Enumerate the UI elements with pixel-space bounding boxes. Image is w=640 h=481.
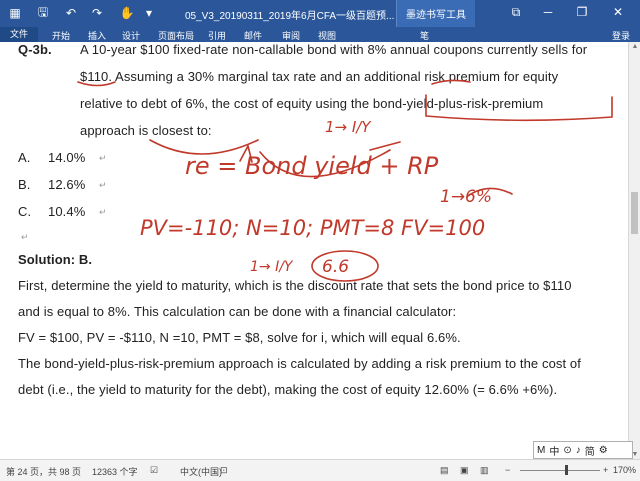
ink-underline-closest xyxy=(149,139,259,155)
solution-line-4: The bond-yield-plus-risk-premium approac… xyxy=(18,356,581,371)
question-line-3: relative to debt of 6%, the cost of equi… xyxy=(80,96,544,111)
ime-simplified-toggle[interactable]: 简 xyxy=(585,443,595,458)
option-text: 10.4% xyxy=(48,204,86,219)
language-indicator[interactable]: 中文(中国) xyxy=(180,465,222,478)
ink-bracket xyxy=(239,143,253,163)
solution-line-2: and is equal to 8%. This calculation can… xyxy=(18,304,457,319)
ime-voice-icon[interactable]: ♪ xyxy=(576,445,581,456)
paragraph-mark: ↵ xyxy=(99,207,107,217)
proofing-icon[interactable]: ☑ xyxy=(150,465,158,476)
question-line-2: $110. Assuming a 30% marginal tax rate a… xyxy=(80,69,559,84)
tab-references[interactable]: 引用 xyxy=(208,29,226,42)
ink-note-iy-2: 1→ I/Y xyxy=(250,259,294,275)
close-button[interactable]: ✕ xyxy=(608,5,628,21)
ink-equation-calculator-inputs: PV=-110; N=10; PMT=8 FV=100 xyxy=(140,216,485,240)
tab-mailings[interactable]: 邮件 xyxy=(244,29,262,42)
zoom-in-icon[interactable]: + xyxy=(603,465,608,475)
paragraph-mark: ↵ xyxy=(99,180,107,190)
document-title: 05_V3_20190311_2019年6月CFA一级百题预... xyxy=(185,11,395,22)
zoom-slider-track[interactable] xyxy=(520,470,600,471)
tab-insert[interactable]: 插入 xyxy=(88,29,106,42)
ink-circle-result xyxy=(311,250,379,282)
read-mode-icon[interactable]: ▤ xyxy=(440,465,449,476)
tab-design[interactable]: 设计 xyxy=(122,29,140,42)
ink-tools-context-tab[interactable]: 墨迹书写工具 xyxy=(396,0,475,27)
macro-record-icon[interactable]: ⊡ xyxy=(220,465,228,476)
ime-settings-icon[interactable]: ⚙ xyxy=(599,445,608,456)
document-page[interactable]: Q-3b. A 10-year $100 fixed-rate non-call… xyxy=(0,42,628,459)
page-counter[interactable]: 第 24 页，共 98 页 xyxy=(6,465,81,478)
title-bar: ▦ 🖫 ↶ ↷ ✋ ▾ 05_V3_20190311_2019年6月CFA一级百… xyxy=(0,0,640,27)
zoom-level[interactable]: 170% xyxy=(613,465,636,475)
restore-button[interactable]: ❐ xyxy=(572,5,592,21)
tab-review[interactable]: 审阅 xyxy=(282,29,300,42)
option-letter: B. xyxy=(18,177,31,192)
paragraph-mark: ↵ xyxy=(99,153,107,163)
undo-icon[interactable]: ↶ xyxy=(62,5,80,21)
web-layout-icon[interactable]: ▥ xyxy=(480,465,489,476)
scroll-thumb[interactable] xyxy=(631,192,638,234)
solution-line-3: FV = $100, PV = -$110, N =10, PMT = $8, … xyxy=(18,330,461,345)
option-letter: A. xyxy=(18,150,31,165)
quick-access-dropdown-icon[interactable]: ▾ xyxy=(140,5,158,21)
redo-icon[interactable]: ↷ xyxy=(88,5,106,21)
ink-curve-percent xyxy=(467,187,513,197)
ink-arrow-line xyxy=(369,141,401,151)
ime-toolbar[interactable]: M 中 ⊙ ♪ 简 ⚙ xyxy=(533,441,633,459)
paragraph-mark: ↵ xyxy=(21,232,29,242)
solution-title: Solution: B. xyxy=(18,252,93,267)
ime-punctuation-icon[interactable]: ⊙ xyxy=(563,445,571,456)
question-label: Q-3b. xyxy=(18,42,52,57)
question-line-1: A 10-year $100 fixed-rate non-callable b… xyxy=(80,42,588,57)
ink-equation-cost-of-equity: re = Bond yield + RP xyxy=(185,152,439,180)
minimize-button[interactable]: ─ xyxy=(538,5,558,21)
ink-curve-approach xyxy=(259,149,391,178)
ink-note-iy: 1→ I/Y xyxy=(325,118,372,136)
status-bar: 第 24 页，共 98 页 12363 个字 ☑ 中文(中国) ⊡ ▤ ▣ ▥ … xyxy=(0,459,640,481)
ime-mode-icon[interactable]: M xyxy=(537,445,545,456)
tab-view[interactable]: 视图 xyxy=(318,29,336,42)
touch-mode-icon[interactable]: ✋ xyxy=(118,5,136,21)
tab-home[interactable]: 开始 xyxy=(52,29,70,42)
solution-line-5: debt (i.e., the yield to maturity for th… xyxy=(18,382,558,397)
app-icon: ▦ xyxy=(9,6,21,20)
option-text: 14.0% xyxy=(48,150,86,165)
ribbon-display-options-icon[interactable]: ⧉ xyxy=(506,5,526,21)
ime-chinese-toggle[interactable]: 中 xyxy=(549,443,559,458)
solution-line-1: First, determine the yield to maturity, … xyxy=(18,278,572,293)
ink-circled-result: 6.6 xyxy=(322,257,349,277)
tab-file[interactable]: 文件 xyxy=(0,27,38,42)
ribbon-tabs: 文件 开始 插入 设计 页面布局 引用 邮件 审阅 视图 笔 登录 xyxy=(0,27,640,42)
zoom-out-icon[interactable]: − xyxy=(505,465,510,475)
tab-layout[interactable]: 页面布局 xyxy=(158,29,194,42)
ink-note-six-percent: 1→6% xyxy=(440,187,492,207)
zoom-slider-knob[interactable] xyxy=(565,465,568,475)
option-text: 12.6% xyxy=(48,177,86,192)
sign-in-link[interactable]: 登录 xyxy=(612,29,630,42)
tab-pen[interactable]: 笔 xyxy=(420,29,429,42)
scroll-up-icon[interactable]: ▲ xyxy=(629,43,640,50)
save-icon[interactable]: 🖫 xyxy=(34,5,52,21)
word-count[interactable]: 12363 个字 xyxy=(92,465,138,478)
question-line-4: approach is closest to: xyxy=(80,123,212,138)
option-letter: C. xyxy=(18,204,32,219)
print-layout-icon[interactable]: ▣ xyxy=(460,465,469,476)
vertical-scrollbar[interactable]: ▲ ▼ xyxy=(628,42,640,459)
